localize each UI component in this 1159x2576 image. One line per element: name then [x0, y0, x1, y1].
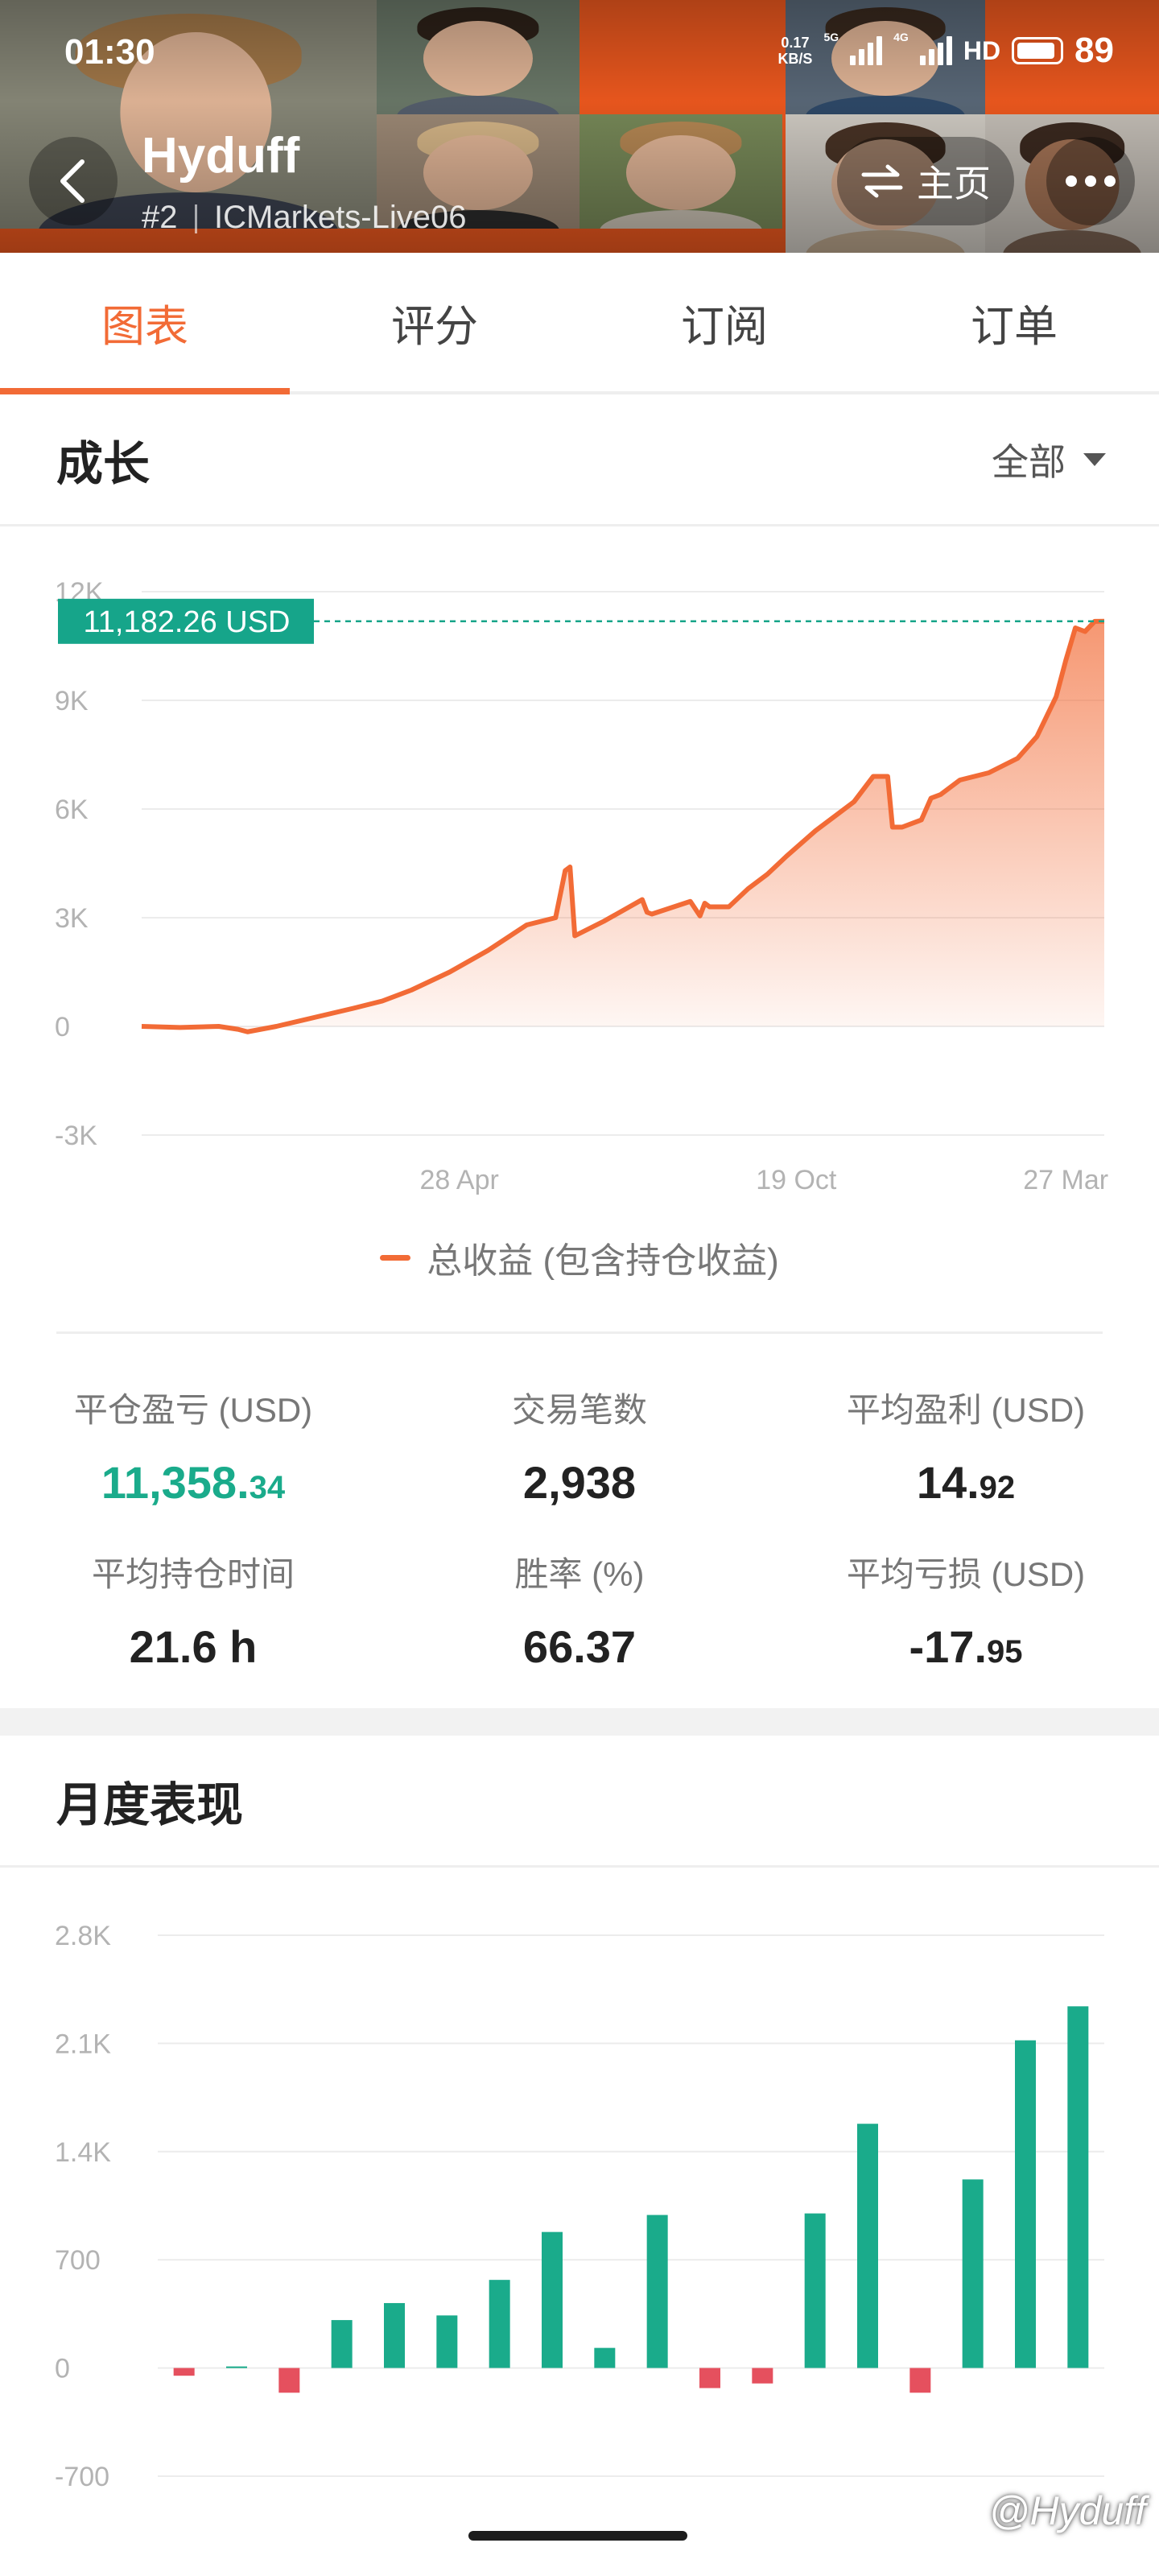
swap-arrows-icon	[861, 164, 903, 198]
stat-value: 14.92	[916, 1457, 1016, 1508]
monthly-bar[interactable]	[594, 2347, 616, 2368]
stat-value: 21.6 h	[129, 1621, 258, 1672]
y-tick-label: 700	[55, 2245, 101, 2276]
monthly-bar[interactable]	[331, 2320, 353, 2368]
monthly-header: 月度表现	[0, 1736, 1159, 1868]
monthly-bar[interactable]	[699, 2368, 720, 2388]
y-tick-label: 6K	[55, 795, 89, 825]
home-button[interactable]: 主页	[837, 137, 1014, 225]
caret-down-icon	[1083, 452, 1106, 466]
stat-value: 66.37	[522, 1621, 637, 1672]
monthly-bar[interactable]	[173, 2368, 195, 2376]
stat-label: 平均亏损 (USD)	[846, 1555, 1086, 1593]
y-tick-label: 9K	[55, 686, 89, 716]
section-separator	[0, 1708, 1159, 1736]
signal-5g-label: 5G	[823, 31, 839, 43]
range-label: 全部	[992, 440, 1066, 483]
monthly-bar[interactable]	[384, 2302, 405, 2368]
y-tick-label: 2.1K	[55, 2029, 111, 2059]
monthly-bar[interactable]	[489, 2280, 510, 2368]
stat-label: 平均盈利 (USD)	[846, 1391, 1086, 1429]
stat-label: 胜率 (%)	[514, 1555, 645, 1593]
chevron-left-icon	[60, 159, 85, 203]
monthly-bar[interactable]	[542, 2231, 563, 2368]
monthly-bar[interactable]	[857, 2124, 878, 2368]
home-label: 主页	[917, 163, 991, 204]
trader-server: ICMarkets-Live06	[214, 200, 467, 235]
monthly-bar[interactable]	[278, 2368, 300, 2393]
y-tick-label: 0	[55, 1012, 70, 1042]
hd-label: HD	[963, 35, 1001, 65]
x-tick-label: 28 Apr	[420, 1165, 499, 1195]
growth-area	[142, 621, 1104, 1032]
more-button[interactable]	[1046, 137, 1135, 225]
growth-legend: 总收益 (包含持仓收益)	[0, 1232, 1159, 1283]
tab-orders[interactable]: 订单	[869, 253, 1159, 391]
signal-icon	[919, 36, 952, 65]
tab-rating[interactable]: 评分	[290, 253, 580, 391]
y-tick-label: 0	[55, 2354, 70, 2384]
monthly-bar[interactable]	[436, 2315, 458, 2368]
stat-label: 平均持仓时间	[91, 1555, 295, 1593]
stat-avg-hold: 平均持仓时间 21.6 h	[0, 1547, 386, 1673]
x-tick-label: 27 Mar	[1023, 1165, 1108, 1195]
tab-bar: 图表 评分 订阅 订单	[0, 253, 1159, 394]
monthly-bar[interactable]	[1067, 2006, 1089, 2368]
battery-icon	[1012, 37, 1064, 64]
y-tick-label: -700	[55, 2462, 109, 2492]
growth-title: 成长	[56, 437, 151, 490]
monthly-chart: 2.8K 2.1K 1.4K 700 0 -700	[55, 1921, 1104, 2492]
stat-value: -17.95	[909, 1621, 1023, 1672]
monthly-bar[interactable]	[226, 2366, 247, 2368]
monthly-title: 月度表现	[56, 1778, 244, 1831]
stat-win-rate: 胜率 (%) 66.37	[386, 1547, 773, 1673]
tab-chart[interactable]: 图表	[0, 253, 290, 394]
tab-subscribe[interactable]: 订阅	[580, 253, 869, 391]
signal-4g-label: 4G	[893, 31, 909, 43]
profile-header: 01:30 0.17 KB/S 5G 4G HD 89 Hyduff #2 IC…	[0, 0, 1159, 253]
more-dots-icon	[1066, 175, 1077, 187]
stat-label: 交易笔数	[511, 1391, 647, 1429]
signal-icon	[850, 36, 883, 65]
legend-label: 总收益 (包含持仓收益)	[427, 1241, 779, 1281]
watermark: @Hyduff	[988, 2488, 1146, 2533]
monthly-bar[interactable]	[646, 2215, 668, 2368]
stat-value: 11,358.34	[101, 1457, 286, 1508]
monthly-bar[interactable]	[909, 2368, 931, 2393]
monthly-bar[interactable]	[962, 2179, 984, 2368]
stat-avg-profit: 平均盈利 (USD) 14.92	[773, 1383, 1159, 1509]
stat-label: 平仓盈亏 (USD)	[73, 1391, 313, 1429]
back-button[interactable]	[29, 137, 118, 225]
growth-chart: 12K9K6K3K0-3K28 Apr 19 Oct 27 Mar11,182.26…	[55, 577, 1108, 1195]
battery-level: 89	[1074, 31, 1114, 70]
stat-trades: 交易笔数 2,938	[386, 1383, 773, 1509]
y-tick-label: 3K	[55, 903, 89, 934]
rank-separator	[195, 204, 197, 233]
x-tick-label: 19 Oct	[756, 1165, 837, 1195]
legend-swatch	[380, 1254, 411, 1261]
range-dropdown[interactable]: 全部	[992, 433, 1106, 486]
monthly-bar[interactable]	[1015, 2040, 1036, 2368]
status-icons: 0.17 KB/S 5G 4G HD 89	[777, 31, 1114, 71]
divider	[56, 1331, 1103, 1334]
stat-value: 2,938	[522, 1457, 637, 1508]
trader-rank: #2	[142, 200, 178, 235]
monthly-bar[interactable]	[804, 2213, 826, 2368]
y-tick-label: 1.4K	[55, 2137, 111, 2168]
current-value-label: 11,182.26 USD	[83, 605, 290, 639]
y-tick-label: 2.8K	[55, 1921, 111, 1951]
network-speed: 0.17 KB/S	[777, 35, 813, 67]
monthly-bar[interactable]	[752, 2368, 773, 2384]
trader-name: Hyduff	[142, 128, 300, 184]
y-tick-label: -3K	[55, 1121, 97, 1151]
status-time: 01:30	[64, 32, 155, 72]
stat-closed-pnl: 平仓盈亏 (USD) 11,358.34	[0, 1383, 386, 1509]
growth-header: 成长 全部	[0, 394, 1159, 526]
stat-avg-loss: 平均亏损 (USD) -17.95	[773, 1547, 1159, 1673]
home-indicator[interactable]	[468, 2531, 687, 2541]
